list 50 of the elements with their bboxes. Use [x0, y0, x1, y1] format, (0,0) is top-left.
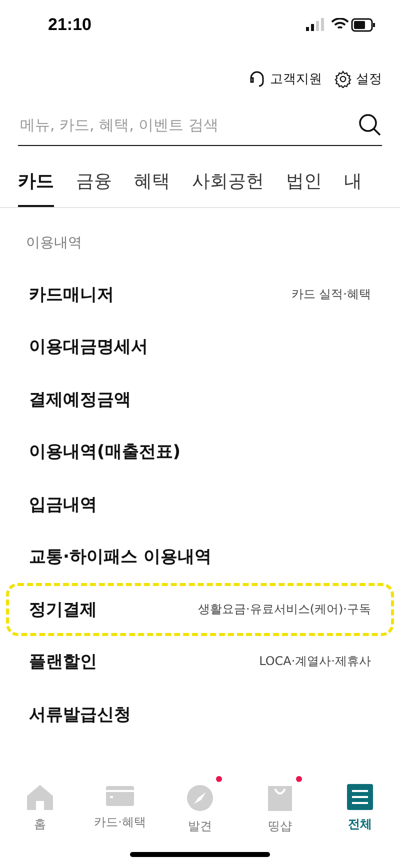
- menu-detail: 생활요금·유료서비스(케어)·구독: [198, 600, 371, 618]
- menu-label: 결제예정금액: [29, 388, 131, 411]
- menu-icon: [347, 784, 373, 810]
- category-tab[interactable]: 혜택: [134, 156, 170, 207]
- top-link[interactable]: 설정: [334, 70, 382, 88]
- menu-detail: 카드 실적·혜택: [291, 286, 371, 303]
- menu-label: 카드매니저: [29, 284, 114, 306]
- settings-icon: [334, 70, 352, 88]
- section-title: 이용내역: [25, 234, 83, 253]
- menu-label: 교통·하이패스 이용내역: [29, 546, 212, 568]
- menu-label: 정기결제: [29, 598, 97, 621]
- nav-tab[interactable]: 전체: [320, 784, 400, 840]
- menu-row[interactable]: 입금내역: [6, 478, 394, 530]
- home-icon: [26, 784, 54, 810]
- menu-detail: LOCA·계열사·제휴사: [259, 653, 371, 670]
- menu-label: 서류발급신청: [29, 704, 131, 726]
- menu-row[interactable]: 이용대금명세서: [6, 320, 394, 373]
- nav-label: 홈: [34, 816, 46, 833]
- menu-row[interactable]: 서류발급신청: [6, 688, 394, 740]
- category-tab[interactable]: 내: [344, 156, 362, 207]
- nav-tab[interactable]: 띵샵: [240, 784, 320, 840]
- nav-tab[interactable]: 홈: [0, 784, 80, 840]
- menu-label: 이용대금명세서: [29, 336, 148, 358]
- headset-icon: [248, 70, 266, 88]
- menu-row[interactable]: 이용내역(매출전표): [6, 426, 394, 478]
- status-icons-drawing: [306, 18, 376, 32]
- menu-row[interactable]: 카드매니저 카드 실적·혜택: [6, 268, 394, 320]
- menu-row[interactable]: 정기결제 생활요금·유료서비스(케어)·구독: [6, 583, 394, 636]
- category-tab[interactable]: 법인: [286, 156, 322, 207]
- search-icon: [358, 112, 382, 136]
- status-time: 21:10: [48, 15, 92, 35]
- menu-row[interactable]: 플랜할인 LOCA·계열사·제휴사: [6, 636, 394, 688]
- menu-label: 이용내역(매출전표): [29, 441, 181, 464]
- nav-label: 카드·혜택: [94, 814, 146, 831]
- nav-tab[interactable]: 카드·혜택: [80, 784, 160, 840]
- menu-label: 플랜할인: [29, 651, 97, 674]
- top-link[interactable]: 고객지원: [248, 70, 322, 88]
- nav-label: 전체: [348, 816, 372, 833]
- card-icon: [105, 784, 135, 808]
- category-tab[interactable]: 금융: [76, 156, 112, 207]
- menu-row[interactable]: 결제예정금액: [6, 373, 394, 426]
- nav-label: 띵샵: [268, 818, 292, 835]
- nav-label: 발견: [188, 818, 212, 835]
- compass-icon: [186, 784, 214, 812]
- menu-label: 입금내역: [29, 494, 97, 516]
- category-tab[interactable]: 사회공헌: [192, 156, 264, 207]
- category-tab[interactable]: 카드: [18, 156, 54, 207]
- nav-tab[interactable]: 발견: [160, 784, 240, 840]
- menu-row[interactable]: 교통·하이패스 이용내역: [6, 530, 394, 583]
- shopping-bag-icon: [266, 784, 294, 812]
